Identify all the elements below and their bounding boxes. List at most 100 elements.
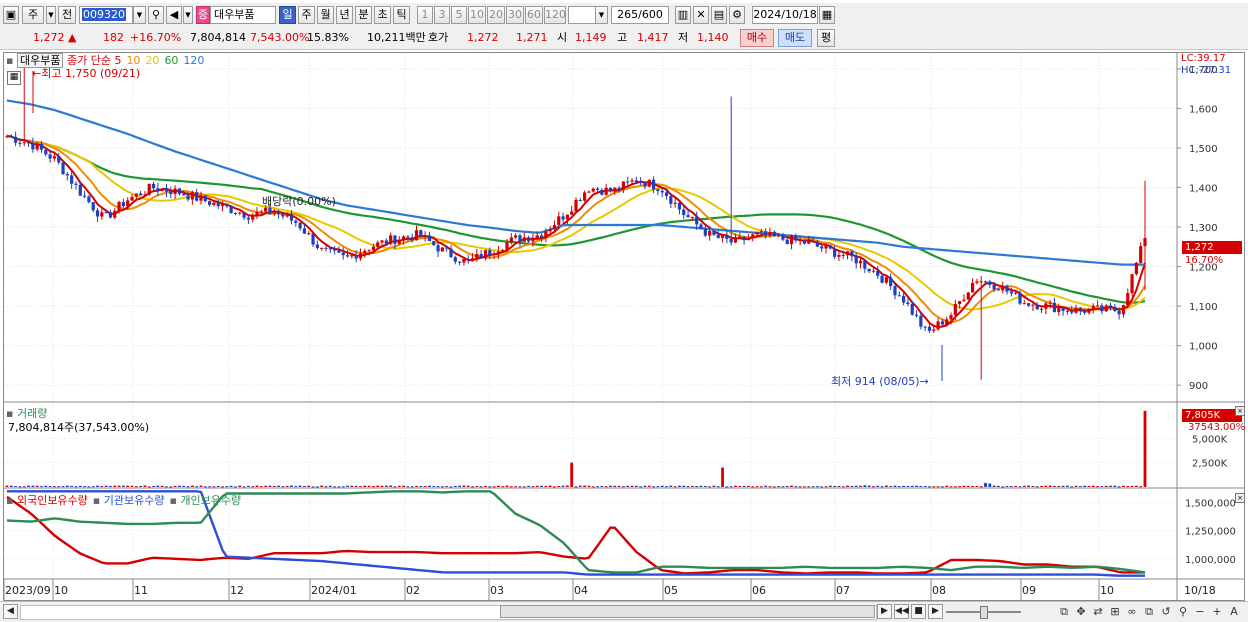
holding-legend-1[interactable]: 기관보유수량 bbox=[104, 494, 165, 507]
volume-bar bbox=[384, 485, 388, 487]
period-button-3[interactable]: 년 bbox=[336, 6, 353, 24]
restore-icon[interactable]: ↺ bbox=[1159, 604, 1173, 619]
volume-bar bbox=[96, 485, 99, 487]
volume-bar bbox=[820, 486, 824, 488]
play-icon[interactable]: ▶ bbox=[928, 604, 943, 619]
tick-button-3[interactable]: 3 bbox=[434, 6, 450, 24]
volume-bar bbox=[419, 485, 423, 487]
candle-body bbox=[1014, 292, 1018, 294]
gear-icon[interactable]: ⚙ bbox=[729, 6, 745, 24]
candle-body bbox=[1074, 307, 1078, 313]
volume-bar bbox=[824, 486, 828, 488]
volume-bar bbox=[277, 485, 280, 487]
volume-tag: 7,805K bbox=[1182, 409, 1242, 422]
volume-bar bbox=[169, 486, 173, 488]
prev-button[interactable]: 전 bbox=[58, 6, 76, 24]
volume-info: 7,804,814주(37,543.00%) bbox=[8, 421, 150, 434]
volume-bar bbox=[1018, 486, 1022, 488]
buy-button[interactable]: 매수 bbox=[740, 29, 774, 47]
tick-button-60[interactable]: 60 bbox=[525, 6, 543, 24]
stock-code-input[interactable]: 009320 bbox=[79, 6, 133, 24]
calendar-icon[interactable]: ▦ bbox=[819, 6, 835, 24]
code-dropdown-icon[interactable]: ▼ bbox=[133, 6, 146, 24]
candle-settings-icon[interactable]: ▥ bbox=[675, 6, 691, 24]
volume-label-0: 2,500K bbox=[1192, 459, 1228, 470]
volume-bar bbox=[453, 485, 457, 487]
search-icon[interactable]: ⚲ bbox=[148, 6, 164, 24]
scroll-left-icon[interactable]: ◀ bbox=[3, 604, 18, 619]
holding-legend-2[interactable]: 개인보유수량 bbox=[180, 494, 241, 507]
volume-bar bbox=[682, 485, 686, 487]
stop-icon[interactable]: ■ bbox=[911, 604, 926, 619]
speaker-dropdown-icon[interactable]: ▼ bbox=[183, 6, 193, 24]
mode-dropdown-icon[interactable]: ▼ bbox=[46, 6, 56, 24]
period-button-4[interactable]: 분 bbox=[355, 6, 372, 24]
holding-close-icon[interactable]: × bbox=[1235, 493, 1245, 503]
volume-bar bbox=[876, 485, 880, 487]
custom-period-dropdown-icon[interactable]: ▼ bbox=[595, 6, 608, 24]
rewind-icon[interactable]: ◀◀ bbox=[894, 604, 909, 619]
current-price-tag: 1,272 bbox=[1182, 241, 1242, 254]
tick-button-10[interactable]: 10 bbox=[468, 6, 486, 24]
tick-button-20[interactable]: 20 bbox=[487, 6, 505, 24]
candle-body bbox=[341, 252, 345, 256]
candle-body bbox=[764, 231, 768, 236]
period-button-5[interactable]: 초 bbox=[374, 6, 391, 24]
candle-body bbox=[634, 180, 638, 183]
speaker-icon[interactable]: ◀ bbox=[166, 6, 182, 24]
candle-body bbox=[975, 281, 979, 283]
scroll-right-icon[interactable]: ▶ bbox=[877, 604, 892, 619]
tick-button-120[interactable]: 120 bbox=[544, 6, 566, 24]
date-field[interactable]: 2024/10/18 bbox=[752, 6, 818, 24]
pan-icon[interactable]: ✥ bbox=[1074, 604, 1088, 619]
candle-body bbox=[738, 236, 742, 238]
axes: 2023/09 10 11 12 2024/01 02 03 04 05 06 07 08 09 10 10… bbox=[4, 65, 1236, 600]
candle-body bbox=[207, 201, 212, 205]
high-label: 고 bbox=[617, 31, 628, 44]
period-button-0[interactable]: 일 bbox=[279, 6, 296, 24]
link-icon[interactable]: ∞ bbox=[1125, 604, 1139, 619]
volume-bar bbox=[678, 485, 681, 487]
minus-icon[interactable]: − bbox=[1193, 604, 1207, 619]
tick-button-5[interactable]: 5 bbox=[451, 6, 467, 24]
plus-icon[interactable]: + bbox=[1210, 604, 1224, 619]
tick-button-30[interactable]: 30 bbox=[506, 6, 524, 24]
volume-bar bbox=[208, 486, 211, 488]
save-icon[interactable]: ▤ bbox=[711, 6, 727, 24]
eval-button[interactable]: 평 bbox=[817, 29, 835, 47]
volume-bar bbox=[936, 486, 940, 488]
volume-close-icon[interactable]: × bbox=[1235, 406, 1245, 416]
table-icon[interactable]: ▦ bbox=[7, 71, 21, 85]
cascade-icon[interactable]: ⧉ bbox=[1142, 604, 1156, 619]
period-button-6[interactable]: 틱 bbox=[393, 6, 410, 24]
candle-body bbox=[557, 216, 561, 225]
count-field[interactable]: 265/600 bbox=[611, 6, 669, 24]
volume-bar bbox=[190, 485, 194, 487]
sell-button[interactable]: 매도 bbox=[778, 29, 812, 47]
volume-bar bbox=[324, 486, 328, 488]
speed-slider-handle[interactable] bbox=[980, 606, 988, 619]
window-menu-icon[interactable]: ▣ bbox=[3, 6, 19, 24]
overlay-icon[interactable]: ⊞ bbox=[1108, 604, 1122, 619]
candle-body bbox=[61, 162, 65, 175]
tick-button-1[interactable]: 1 bbox=[417, 6, 433, 24]
mode-button[interactable]: 주 bbox=[22, 6, 44, 24]
magnify-icon[interactable]: ⚲ bbox=[1176, 604, 1190, 619]
count-value: 265 bbox=[617, 8, 639, 21]
holding-legend-0[interactable]: 외국인보유수량 bbox=[17, 494, 88, 507]
candle-body bbox=[496, 251, 501, 255]
compare-icon[interactable]: ⇄ bbox=[1091, 604, 1105, 619]
volume-bar bbox=[458, 485, 462, 487]
period-button-2[interactable]: 월 bbox=[317, 6, 334, 24]
font-icon[interactable]: A bbox=[1227, 604, 1241, 619]
chart-area[interactable]: 2023/09 10 11 12 2024/01 02 03 04 05 06 07 08 09 10 10… bbox=[3, 52, 1245, 601]
volume-bar bbox=[203, 486, 207, 488]
volume-bar bbox=[764, 485, 768, 487]
volume-bar bbox=[686, 486, 690, 488]
period-button-1[interactable]: 주 bbox=[298, 6, 315, 24]
scroll-thumb[interactable] bbox=[500, 605, 875, 618]
draw-tool-icon[interactable]: ✕ bbox=[693, 6, 709, 24]
candle-body bbox=[182, 193, 186, 196]
zoom-region-icon[interactable]: ⧉ bbox=[1057, 604, 1071, 619]
volume-bar bbox=[311, 486, 315, 488]
